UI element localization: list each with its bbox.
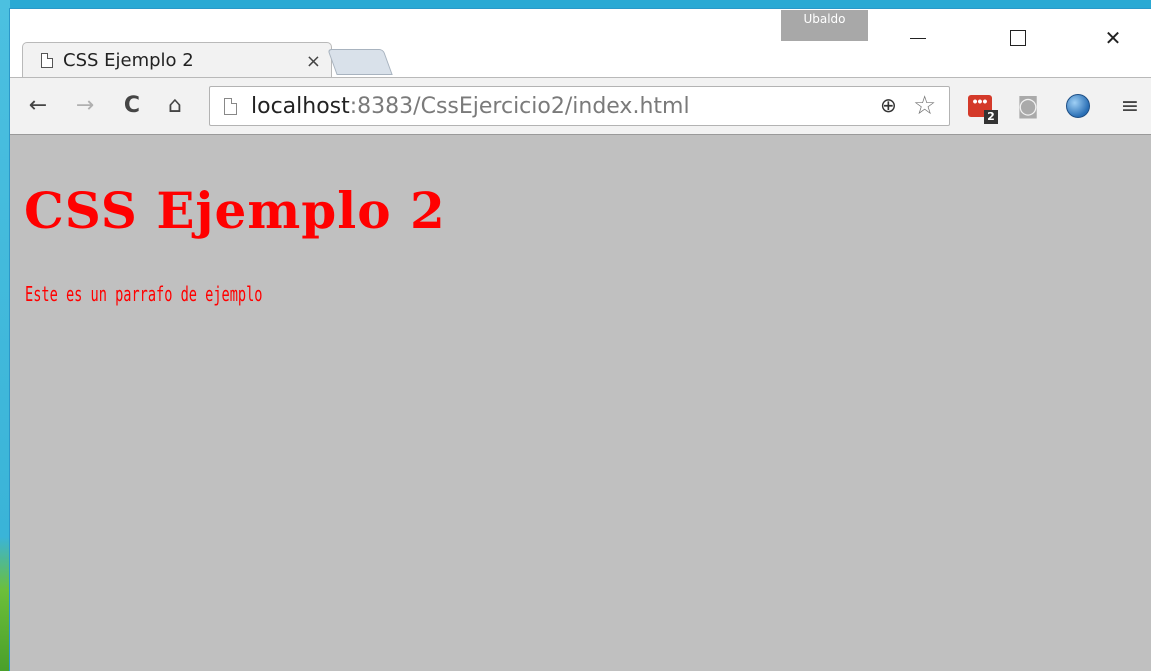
new-tab-button[interactable] [327,49,393,75]
extension-badge-count: 2 [984,110,998,124]
url-host: localhost [251,94,350,119]
menu-icon[interactable]: ≡ [1116,92,1144,120]
browser-window: Ubaldo ✕ CSS Ejemplo 2 × ← → C ⌂ localho… [9,8,1151,671]
cube-icon [1066,94,1090,118]
toolbar: ← → C ⌂ localhost:8383/CssEjercicio2/ind… [10,77,1151,135]
profile-badge[interactable]: Ubaldo [781,10,868,41]
home-icon[interactable]: ⌂ [160,90,190,120]
maximize-icon [1010,30,1026,46]
page-viewport: CSS Ejemplo 2 Este es un parrafo de ejem… [10,135,1151,671]
document-icon [41,53,53,68]
page-heading: CSS Ejemplo 2 [24,181,446,240]
url-path: :8383/CssEjercicio2/index.html [349,94,690,119]
page-info-icon[interactable] [224,98,237,115]
reload-icon[interactable]: C [117,90,147,120]
tab-close-icon[interactable]: × [306,51,321,72]
camera-icon[interactable]: ◙ [1014,92,1042,120]
page-paragraph: Este es un parrafo de ejemplo [25,282,263,306]
address-bar[interactable]: localhost:8383/CssEjercicio2/index.html … [209,86,950,126]
extension-button-cube[interactable] [1064,92,1092,120]
tab-active[interactable]: CSS Ejemplo 2 × [22,42,332,78]
forward-icon[interactable]: → [70,90,100,120]
title-bar: Ubaldo ✕ CSS Ejemplo 2 × [10,9,1151,78]
extension-button-red[interactable]: ••• 2 [966,92,998,124]
tab-title: CSS Ejemplo 2 [63,50,194,71]
extension-red-icon: ••• 2 [968,93,998,124]
close-icon: ✕ [1104,27,1122,50]
zoom-icon[interactable]: ⊕ [880,93,897,117]
minimize-button[interactable] [895,9,941,67]
minimize-icon [910,37,926,39]
maximize-button[interactable] [995,9,1041,67]
close-window-button[interactable]: ✕ [1090,9,1136,67]
url-text[interactable]: localhost:8383/CssEjercicio2/index.html [251,94,690,119]
extension-red-glyph: ••• [972,93,988,109]
back-icon[interactable]: ← [23,90,53,120]
bookmark-star-icon[interactable]: ☆ [913,91,936,121]
